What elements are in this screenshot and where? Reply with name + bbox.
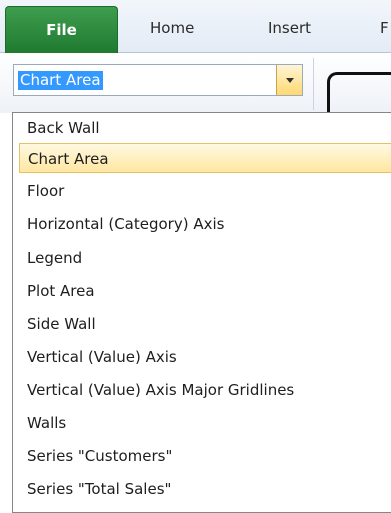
- combo-selected-text[interactable]: Chart Area: [18, 71, 103, 90]
- tab-insert[interactable]: Insert: [268, 19, 311, 37]
- list-item-floor[interactable]: Floor: [19, 176, 391, 206]
- chart-elements-combo[interactable]: Chart Area: [13, 64, 303, 96]
- list-item-series-total-sales[interactable]: Series "Total Sales": [19, 474, 391, 504]
- chart-elements-dropdown-list[interactable]: Back Wall Chart Area Floor Horizontal (C…: [12, 112, 391, 513]
- list-item-horizontal-axis[interactable]: Horizontal (Category) Axis: [19, 209, 391, 239]
- list-item-chart-area[interactable]: Chart Area: [19, 143, 391, 173]
- ribbon-tab-bar: File Home Insert F: [0, 0, 391, 53]
- chevron-down-icon: [285, 77, 294, 83]
- list-item-series-customers[interactable]: Series "Customers": [19, 441, 391, 471]
- tab-page-layout[interactable]: F: [380, 19, 389, 37]
- list-item-walls[interactable]: Walls: [19, 408, 391, 438]
- list-item-legend[interactable]: Legend: [19, 243, 391, 273]
- list-item-side-wall[interactable]: Side Wall: [19, 309, 391, 339]
- tab-file[interactable]: File: [5, 6, 118, 53]
- combo-dropdown-button[interactable]: [276, 65, 302, 95]
- list-item-vertical-axis[interactable]: Vertical (Value) Axis: [19, 342, 391, 372]
- list-item-back-wall[interactable]: Back Wall: [19, 113, 391, 143]
- list-item-vertical-axis-gridlines[interactable]: Vertical (Value) Axis Major Gridlines: [19, 375, 391, 405]
- tab-home[interactable]: Home: [150, 19, 194, 37]
- list-item-plot-area[interactable]: Plot Area: [19, 276, 391, 306]
- format-shape-preview-icon[interactable]: [327, 72, 391, 112]
- ribbon-separator: [313, 58, 314, 110]
